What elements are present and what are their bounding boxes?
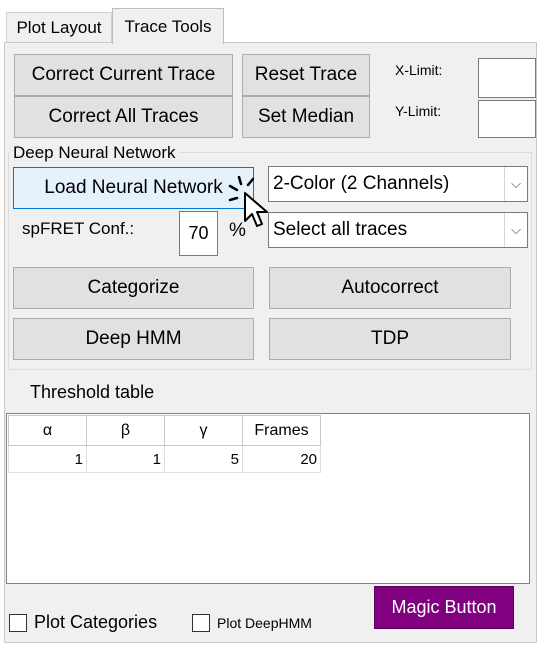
trace-select[interactable]: Select all traces ⌵ — [268, 212, 528, 248]
threshold-table[interactable]: α β γ Frames 1 1 5 20 — [6, 413, 530, 584]
reset-trace-button[interactable]: Reset Trace — [242, 54, 370, 96]
magic-button[interactable]: Magic Button — [374, 586, 514, 629]
load-neural-network-button[interactable]: Load Neural Network — [13, 167, 254, 209]
table-header-row: α β γ Frames — [8, 415, 321, 446]
correct-current-trace-button[interactable]: Correct Current Trace — [14, 54, 233, 96]
trace-select-value: Select all traces — [273, 219, 408, 240]
set-median-label: Set Median — [257, 106, 355, 127]
magic-button-label: Magic Button — [391, 597, 497, 617]
column-header-alpha[interactable]: α — [8, 415, 87, 446]
correct-current-trace-label: Correct Current Trace — [31, 64, 216, 85]
categorize-label: Categorize — [87, 277, 180, 298]
spfret-conf-input[interactable]: 70 — [179, 211, 218, 256]
tab-trace-tools[interactable]: Trace Tools — [112, 8, 224, 44]
tab-trace-tools-label: Trace Tools — [124, 16, 212, 36]
column-header-frames[interactable]: Frames — [242, 415, 321, 446]
spfret-conf-value: 70 — [188, 223, 209, 243]
tdp-label: TDP — [371, 328, 409, 349]
plot-deephmm-label: Plot DeepHMM — [217, 615, 312, 631]
reset-trace-label: Reset Trace — [254, 64, 358, 85]
tab-plot-layout[interactable]: Plot Layout — [6, 12, 112, 42]
threshold-table-title: Threshold table — [30, 382, 155, 402]
categorize-button[interactable]: Categorize — [13, 267, 254, 309]
plot-categories-checkbox[interactable] — [9, 614, 27, 632]
x-limit-label: X-Limit: — [395, 62, 443, 78]
channel-select[interactable]: 2-Color (2 Channels) ⌵ — [268, 166, 528, 202]
set-median-button[interactable]: Set Median — [242, 96, 370, 138]
tdp-button[interactable]: TDP — [269, 318, 511, 360]
column-header-beta[interactable]: β — [86, 415, 165, 446]
chevron-down-icon: ⌵ — [504, 167, 527, 201]
threshold-grid: α β γ Frames 1 1 5 20 — [8, 415, 321, 473]
load-neural-network-label: Load Neural Network — [44, 177, 223, 198]
correct-all-traces-button[interactable]: Correct All Traces — [14, 96, 233, 138]
spfret-conf-label: spFRET Conf.: — [22, 219, 135, 238]
channel-select-value: 2-Color (2 Channels) — [273, 173, 450, 194]
group-title: Deep Neural Network — [10, 143, 179, 163]
plot-categories-label: Plot Categories — [34, 612, 158, 632]
chevron-down-icon: ⌵ — [504, 213, 527, 247]
table-cell[interactable]: 1 — [8, 445, 87, 473]
mouse-cursor-icon — [228, 176, 268, 227]
plot-deephmm-checkbox[interactable] — [192, 614, 210, 632]
tab-plot-layout-label: Plot Layout — [16, 17, 102, 37]
deep-hmm-label: Deep HMM — [85, 328, 182, 349]
deep-hmm-button[interactable]: Deep HMM — [13, 318, 254, 360]
table-cell[interactable]: 1 — [86, 445, 165, 473]
x-limit-input[interactable] — [478, 58, 536, 98]
y-limit-input[interactable] — [478, 100, 536, 138]
autocorrect-label: Autocorrect — [341, 277, 439, 298]
table-cell[interactable]: 20 — [242, 445, 321, 473]
table-cell[interactable]: 5 — [164, 445, 243, 473]
correct-all-traces-label: Correct All Traces — [48, 106, 199, 127]
column-header-gamma[interactable]: γ — [164, 415, 243, 446]
table-row: 1 1 5 20 — [8, 445, 321, 473]
autocorrect-button[interactable]: Autocorrect — [269, 267, 511, 309]
y-limit-label: Y-Limit: — [395, 103, 442, 119]
